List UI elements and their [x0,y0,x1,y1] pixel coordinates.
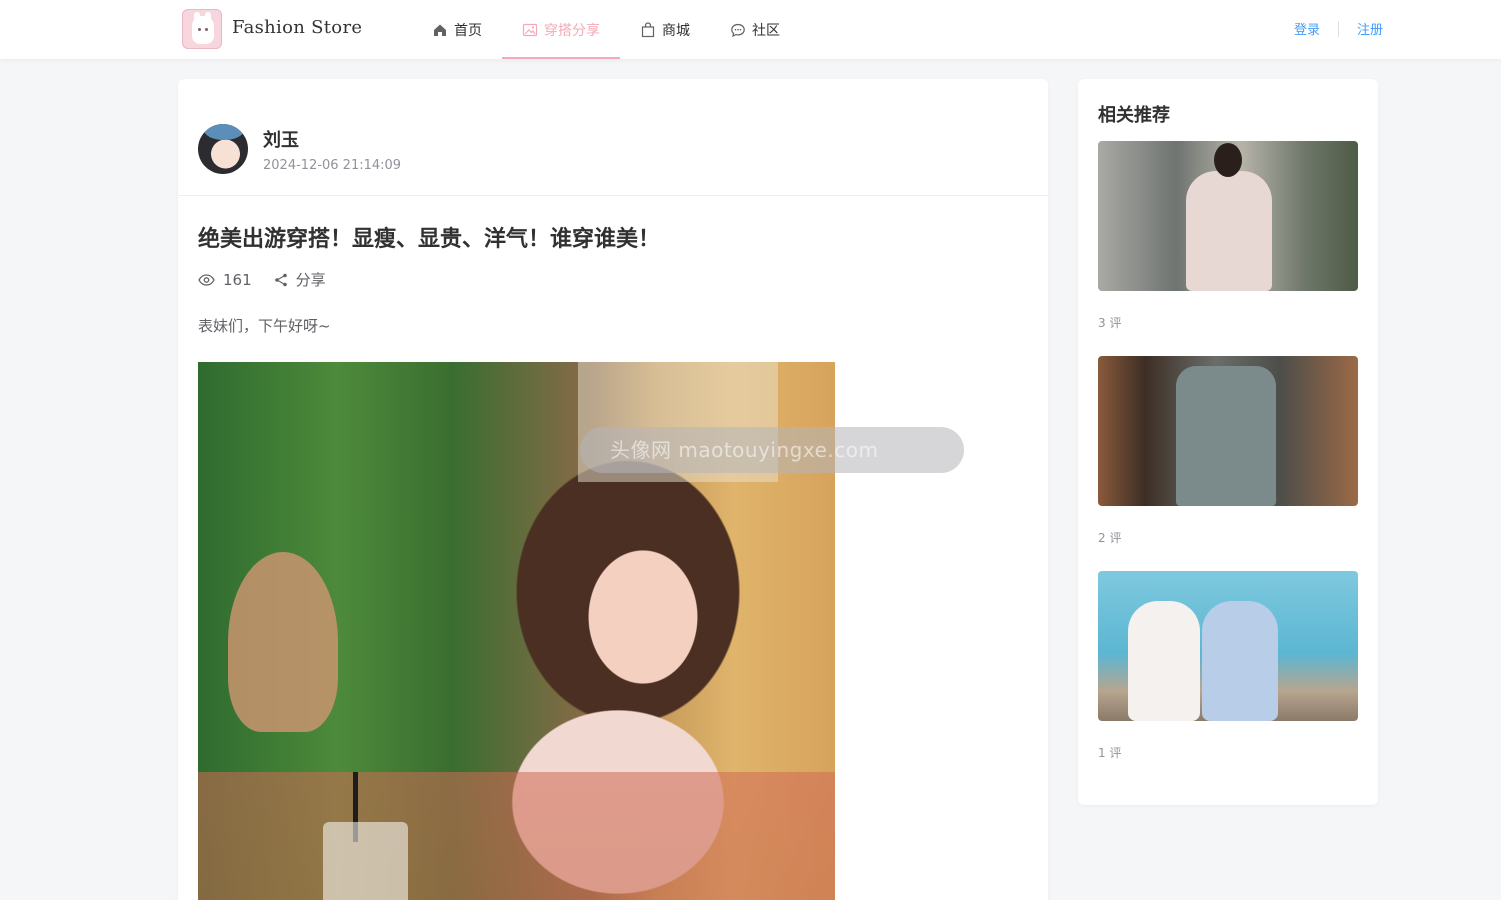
nav-label: 社区 [752,22,780,39]
register-link[interactable]: 注册 [1357,19,1383,38]
post-card: 刘玉 2024-12-06 21:14:09 绝美出游穿搭！显瘦、显贵、洋气！谁… [178,79,1048,900]
sidebar-title: 相关推荐 [1098,105,1170,126]
auth-links: 登录 注册 [1294,19,1383,38]
nav-item-outfit-share[interactable]: 穿搭分享 [502,0,620,59]
eye-icon [198,273,215,286]
recommend-item[interactable]: 3 评 [1098,141,1358,331]
main-nav: 首页 穿搭分享 商城 社区 [412,0,800,59]
recommend-item[interactable]: 2 评 [1098,356,1358,546]
author-name[interactable]: 刘玉 [263,126,401,152]
nav-item-home[interactable]: 首页 [412,0,502,59]
nav-item-community[interactable]: 社区 [710,0,800,59]
nav-label: 商城 [662,22,690,39]
post-meta: 161 分享 [198,269,348,290]
brand-name[interactable]: Fashion Store [232,17,362,38]
auth-divider [1338,20,1340,37]
nav-label: 首页 [454,22,482,39]
recommend-thumbnail[interactable] [1098,571,1358,721]
related-recommendations: 相关推荐 3 评 2 评 1 评 [1078,79,1378,805]
nav-label: 穿搭分享 [544,22,600,39]
post-title: 绝美出游穿搭！显瘦、显贵、洋气！谁穿谁美！ [198,227,661,252]
image-icon [522,23,538,36]
share-icon [274,273,287,286]
share-button[interactable]: 分享 [274,269,326,290]
logo-icon[interactable] [182,9,222,49]
divider [178,195,1048,196]
author-block: 刘玉 2024-12-06 21:14:09 [198,124,401,174]
recommend-thumbnail[interactable] [1098,141,1358,291]
nav-item-mall[interactable]: 商城 [620,0,710,59]
view-count-value: 161 [223,270,252,289]
view-count: 161 [198,271,252,289]
recommend-item[interactable]: 1 评 [1098,571,1358,761]
top-header: Fashion Store 首页 穿搭分享 商城 社区 登录 注册 [0,0,1501,59]
comment-count: 1 评 [1098,746,1122,760]
watermark-overlay: 头像网 maotouyingxe.com [580,427,964,473]
shopping-bag-icon [641,21,655,37]
comment-count: 3 评 [1098,316,1122,330]
post-body-text: 表妹们，下午好呀~ [198,317,331,335]
avatar[interactable] [198,124,248,174]
share-label: 分享 [295,271,326,289]
chat-bubble-icon [731,23,745,37]
home-icon [434,24,446,36]
post-time: 2024-12-06 21:14:09 [263,157,402,173]
recommend-thumbnail[interactable] [1098,356,1358,506]
comment-count: 2 评 [1098,531,1122,545]
login-link[interactable]: 登录 [1294,19,1320,38]
